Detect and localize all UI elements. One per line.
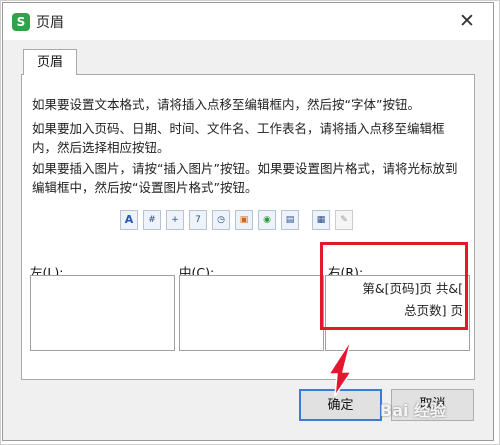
date-icon[interactable]: 7 <box>189 210 207 230</box>
title-bar: S 页眉 ✕ <box>3 3 493 40</box>
red-arrow-icon <box>327 339 353 397</box>
sheet-name-icon[interactable]: ▤ <box>281 210 299 230</box>
insert-picture-icon[interactable]: ▦ <box>312 210 330 230</box>
page-number-icon[interactable]: # <box>143 210 161 230</box>
baidu-watermark: Bai 经验 <box>380 401 447 420</box>
wps-app-icon: S <box>12 13 30 31</box>
time-icon[interactable]: ◷ <box>212 210 230 230</box>
instruction-format-text: 如果要设置文本格式，请将插入点移至编辑框内，然后按“字体”按钮。 <box>32 97 420 112</box>
close-icon[interactable]: ✕ <box>454 9 480 33</box>
center-section-editor[interactable] <box>179 275 324 351</box>
font-icon[interactable]: A <box>120 210 138 230</box>
header-dialog: S 页眉 ✕ 页眉 如果要设置文本格式，请将插入点移至编辑框内，然后按“字体”按… <box>2 2 494 441</box>
instruction-insert-fields: 如果要加入页码、日期、时间、文件名、工作表名，请将插入点移至编辑框内，然后选择相… <box>32 121 445 155</box>
file-name-icon[interactable]: ◉ <box>258 210 276 230</box>
format-picture-icon: ✎ <box>335 210 353 230</box>
total-pages-icon[interactable]: + <box>166 210 184 230</box>
tab-panel: 如果要设置文本格式，请将插入点移至编辑框内，然后按“字体”按钮。 如果要加入页码… <box>21 74 475 380</box>
file-path-icon[interactable]: ▣ <box>235 210 253 230</box>
highlight-box <box>320 242 468 330</box>
dialog-title: 页眉 <box>36 15 64 31</box>
tab-header[interactable]: 页眉 <box>23 49 77 75</box>
instruction-insert-picture: 如果要插入图片，请按“插入图片”按钮。如果要设置图片格式，请将光标放到编辑框中，… <box>32 161 458 195</box>
left-section-editor[interactable] <box>30 275 175 351</box>
